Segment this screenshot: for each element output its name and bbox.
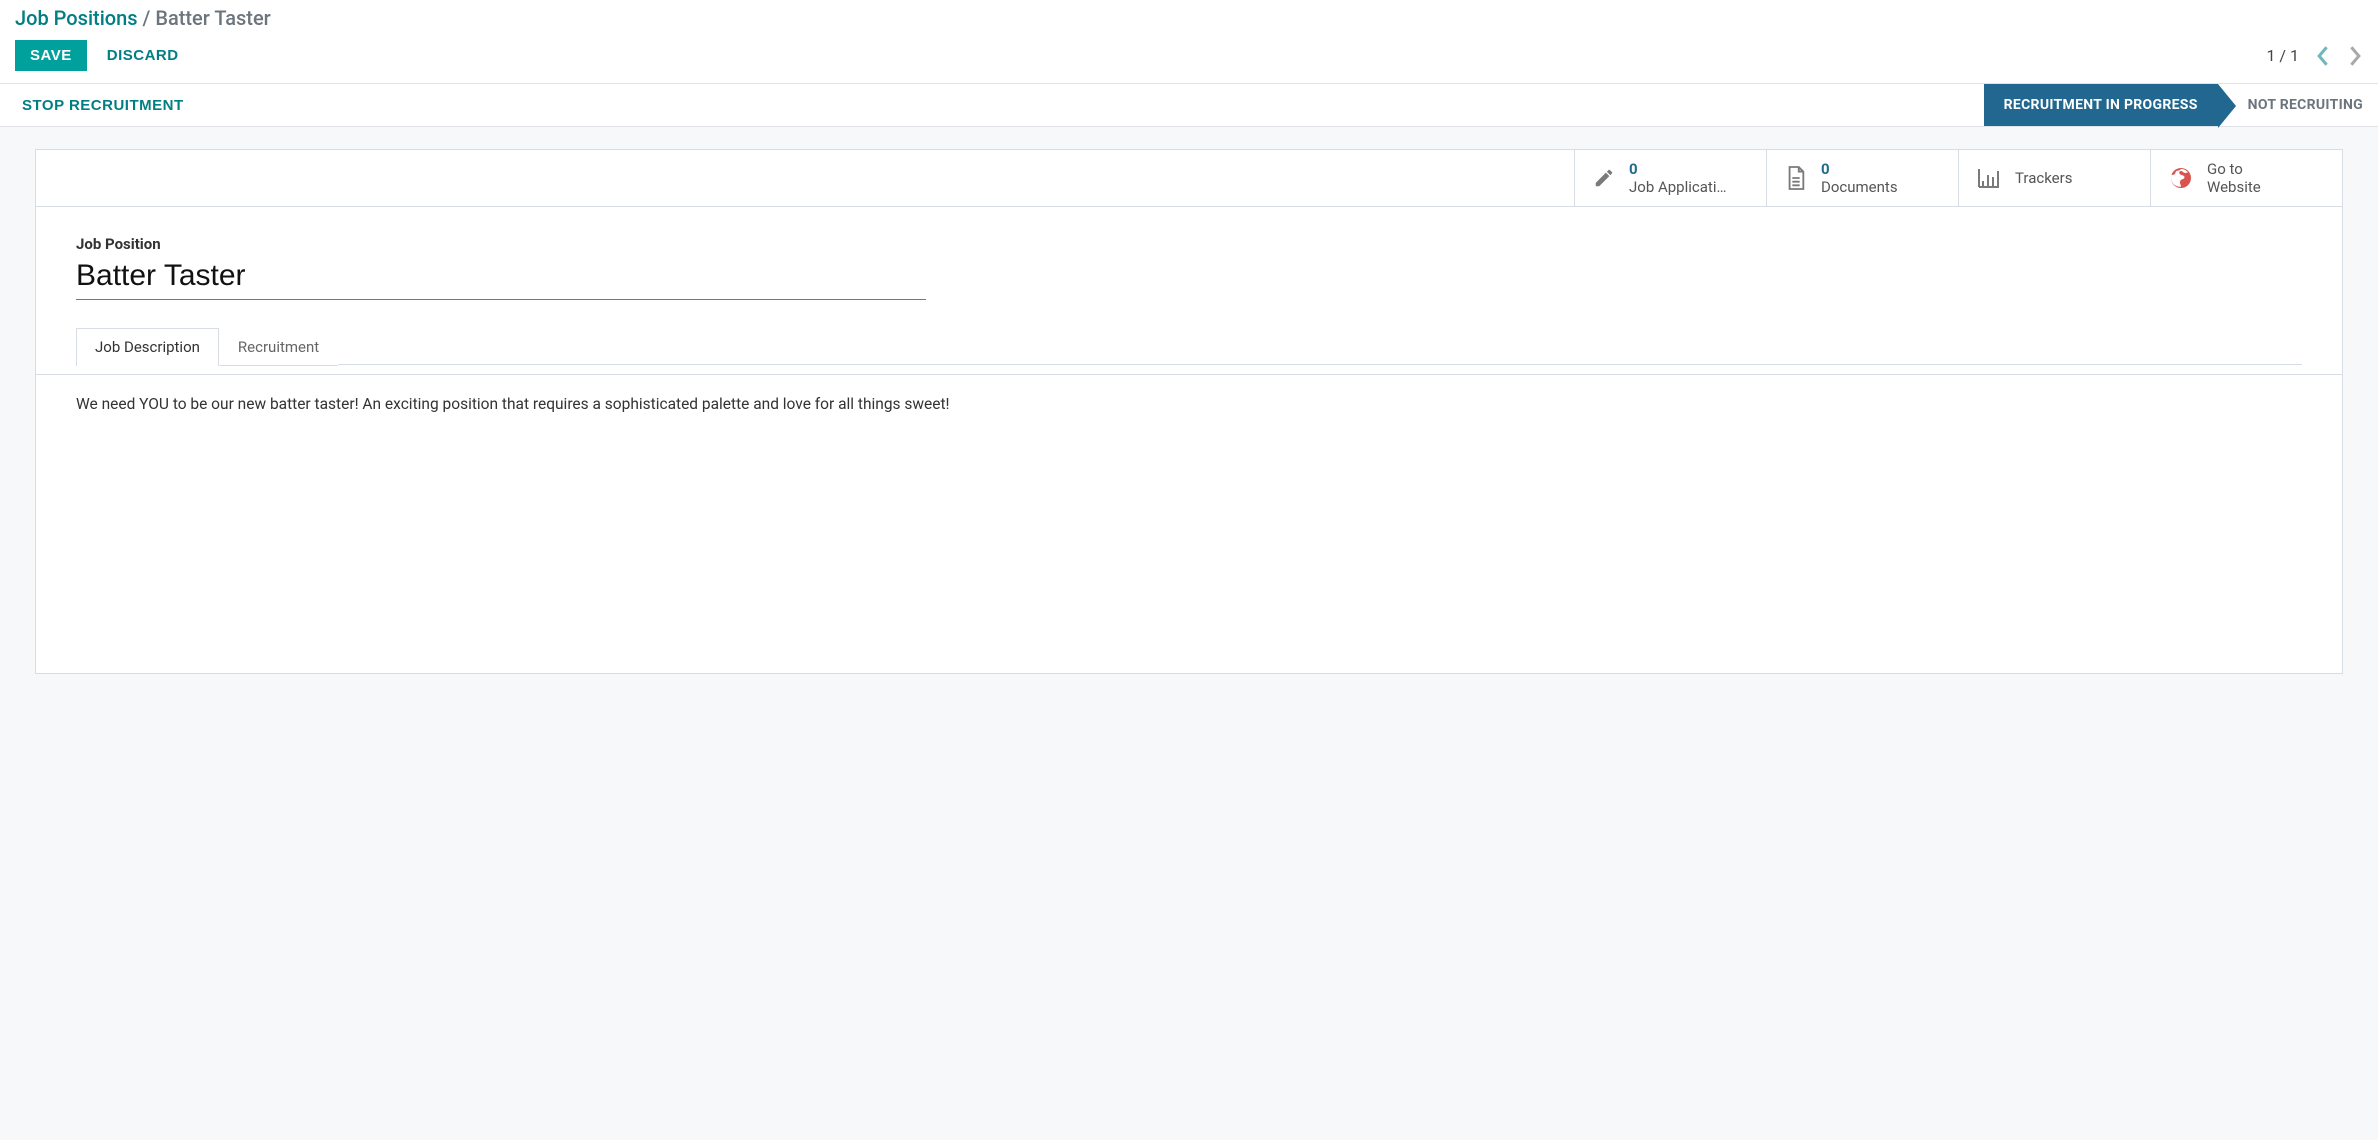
stat-trackers-label: Trackers (2015, 169, 2072, 187)
save-button[interactable]: SAVE (15, 40, 87, 71)
tab-border (338, 364, 2302, 365)
stat-trackers[interactable]: Trackers (1958, 150, 2150, 206)
breadcrumb-separator: / (138, 6, 156, 30)
bar-chart-icon (1977, 167, 2001, 189)
stat-applications-label: Job Applicati… (1629, 178, 1727, 196)
pencil-icon (1593, 167, 1615, 189)
stat-documents[interactable]: 0 Documents (1766, 150, 1958, 206)
stage-recruitment-in-progress[interactable]: RECRUITMENT IN PROGRESS (1984, 84, 2218, 126)
stat-applications-count: 0 (1629, 160, 1727, 178)
pager-prev-icon[interactable] (2317, 46, 2330, 66)
stat-website-line1: Go to (2207, 160, 2261, 178)
stat-documents-count: 0 (1821, 160, 1898, 178)
stop-recruitment-button[interactable]: STOP RECRUITMENT (22, 84, 184, 126)
stat-go-to-website[interactable]: Go to Website (2150, 150, 2342, 206)
job-position-input[interactable] (76, 257, 926, 300)
stage-not-recruiting[interactable]: NOT RECRUITING (2218, 84, 2378, 126)
pager: 1 / 1 (2266, 46, 2363, 66)
pager-next-icon[interactable] (2348, 46, 2361, 66)
discard-button[interactable]: DISCARD (107, 47, 179, 64)
stat-website-line2: Website (2207, 178, 2261, 196)
breadcrumb-root[interactable]: Job Positions (15, 6, 138, 30)
job-description-content[interactable]: We need YOU to be our new batter taster!… (36, 375, 2342, 673)
status-stages: RECRUITMENT IN PROGRESS NOT RECRUITING (1984, 84, 2378, 126)
breadcrumb-current: Batter Taster (155, 6, 270, 30)
document-icon (1785, 165, 1807, 191)
tab-recruitment[interactable]: Recruitment (219, 328, 338, 366)
breadcrumb: Job Positions / Batter Taster (15, 6, 2363, 30)
tab-job-description[interactable]: Job Description (76, 328, 219, 366)
job-position-label: Job Position (76, 235, 2302, 253)
globe-icon (2169, 166, 2193, 190)
stat-job-applications[interactable]: 0 Job Applicati… (1574, 150, 1766, 206)
pager-text: 1 / 1 (2266, 46, 2299, 65)
stat-documents-label: Documents (1821, 178, 1898, 196)
